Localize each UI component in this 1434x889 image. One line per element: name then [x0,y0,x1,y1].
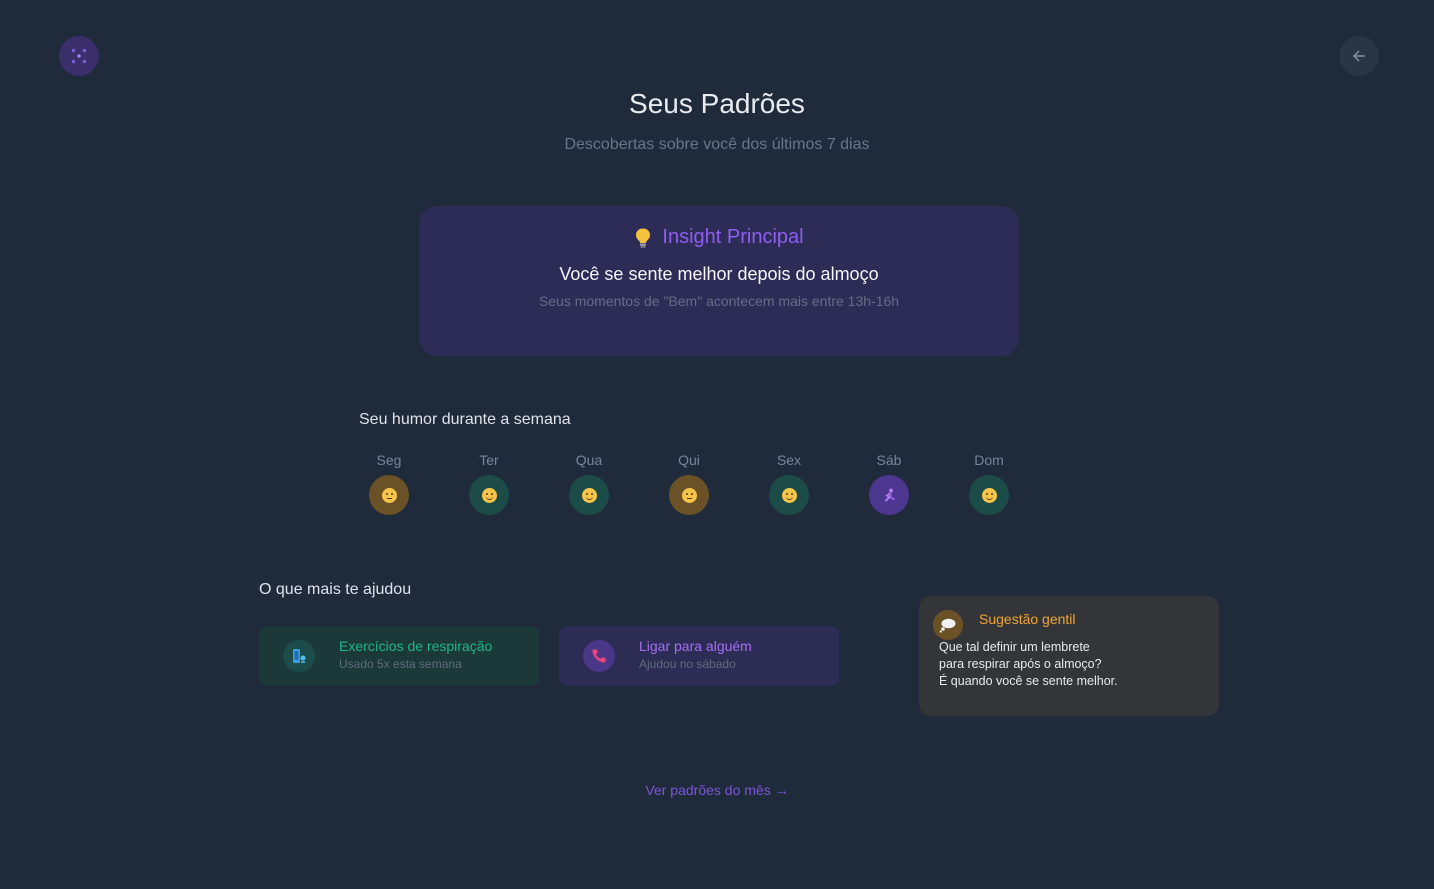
neutral-face-icon [381,487,397,503]
suggestion-title: Sugestão gentil [979,611,1076,627]
mood-calm [869,475,909,515]
day-label: Qui [678,452,700,468]
insight-header: Insight Principal [419,226,1019,249]
day-label: Qua [575,452,603,468]
smile-face-icon [581,487,597,503]
day-label: Dom [974,452,1004,468]
day-label: Ter [479,452,499,468]
suggestion-text: Que tal definir um lembrete para respira… [939,639,1118,690]
helper-card-call[interactable]: Ligar para alguém Ajudou no sábado [559,626,839,686]
insight-headline: Você se sente melhor depois do almoço [559,264,879,284]
helper-subtitle: Ajudou no sábado [639,657,736,671]
page-subtitle: Descobertas sobre você dos últimos 7 dia… [564,136,870,153]
app-logo-button[interactable] [59,36,99,76]
day-label: Sex [776,452,802,468]
helper-title: Exercícios de respiração [339,638,493,654]
back-button[interactable] [1339,36,1379,76]
arrow-left-icon [1353,50,1365,62]
suggestion-line: para respirar após o almoço? [939,657,1102,671]
smile-face-icon [981,487,997,503]
day-seg[interactable]: Seg [369,452,409,515]
helper-subtitle: Usado 5x esta semana [339,657,462,671]
mood-good [569,475,609,515]
suggestion-line: É quando você se sente melhor. [939,674,1118,688]
neutral-face-icon [681,487,697,503]
mood-good [469,475,509,515]
helped-section-title: O que mais te ajudou [259,581,412,598]
day-label: Seg [376,452,402,468]
thought-bubble-icon [933,610,963,640]
dots-logo-icon [71,48,87,64]
breathing-icon [283,640,315,672]
day-qui[interactable]: Qui [669,452,709,515]
mood-okay [369,475,409,515]
helper-title: Ligar para alguém [639,638,752,654]
page-title: Seus Padrões [629,88,805,119]
mood-good [969,475,1009,515]
meditation-icon [885,488,895,502]
day-label: Sáb [876,452,902,468]
insight-detail: Seus momentos de "Bem" acontecem mais en… [538,293,900,309]
day-sab[interactable]: Sáb [869,452,909,515]
day-dom[interactable]: Dom [969,452,1009,515]
helper-card-breathing[interactable]: Exercícios de respiração Usado 5x esta s… [259,626,539,686]
smile-face-icon [481,487,497,503]
mood-good [769,475,809,515]
mood-okay [669,475,709,515]
lightbulb-icon [636,228,651,248]
month-patterns-link[interactable]: Ver padrões do mês → [0,782,1434,798]
day-ter[interactable]: Ter [469,452,509,515]
insight-label: Insight Principal [662,226,804,248]
smile-face-icon [781,487,797,503]
suggestion-line: Que tal definir um lembrete [939,640,1090,654]
suggestion-card: Sugestão gentil Que tal definir um lembr… [919,596,1219,716]
phone-icon [583,640,615,672]
week-section-title: Seu humor durante a semana [359,411,571,428]
day-qua[interactable]: Qua [569,452,609,515]
day-sex[interactable]: Sex [769,452,809,515]
